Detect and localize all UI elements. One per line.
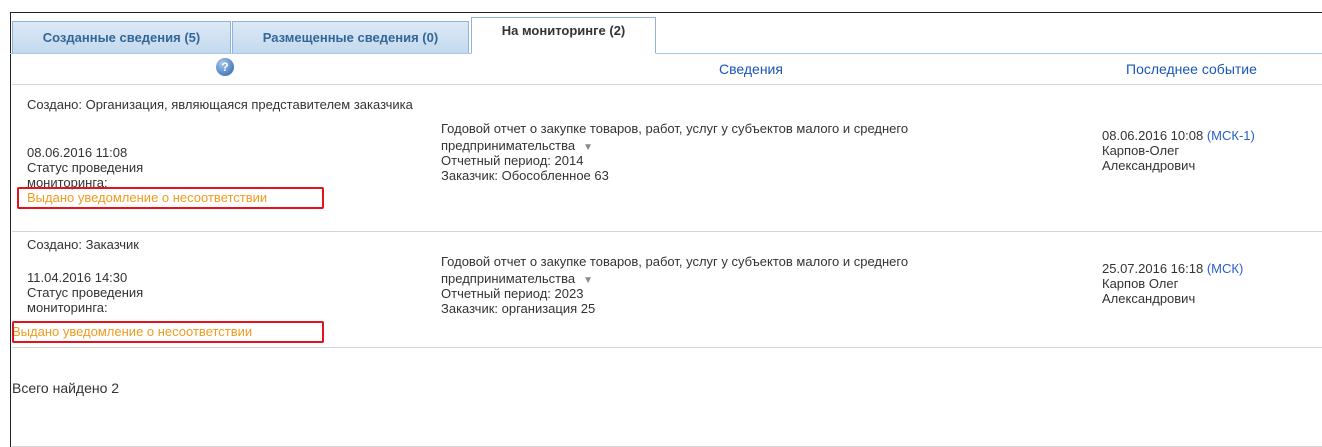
status-highlight-box [17,187,324,209]
total-count: Всего найдено 2 [12,380,120,396]
table-header: ? Сведения Последнее событие [12,55,1322,85]
document-title-cont: предпринимательства [441,271,576,286]
event-user-patronymic: Александрович [1102,291,1196,306]
document-title-cont: предпринимательства [441,138,576,153]
tab-monitoring[interactable]: На мониторинге (2) [471,17,656,54]
status-label: Статус проведения [27,160,144,175]
event-time: 08.06.2016 10:08 [1102,128,1204,143]
event-user: Карпов-Олег [1102,143,1180,158]
created-by: Создано: Организация, являющаяся предста… [27,97,413,112]
tab-created[interactable]: Созданные сведения (5) [12,21,231,53]
created-date: 11.04.2016 14:30 [27,270,128,285]
chevron-down-icon[interactable]: ▼ [583,142,593,153]
event-user-patronymic: Александрович [1102,158,1196,173]
document-title[interactable]: Годовой отчет о закупке товаров, работ, … [441,121,1061,136]
event-time-line: 25.07.2016 16:18 (МСК) [1102,261,1312,276]
tab-bar: Созданные сведения (5) Размещенные сведе… [10,14,1322,54]
results-footer: Всего найдено 2 [12,348,1322,447]
status-label: мониторинга: [27,300,108,315]
created-by: Создано: Заказчик [27,237,139,252]
document-title[interactable]: Годовой отчет о закупке товаров, работ, … [441,254,1061,269]
column-header-info[interactable]: Сведения [719,61,783,77]
event-time: 25.07.2016 16:18 [1102,261,1204,276]
help-icon[interactable]: ? [216,58,234,76]
reporting-period: Отчетный период: 2023 [441,286,584,301]
column-header-last-event[interactable]: Последнее событие [1126,61,1257,77]
event-time-line: 08.06.2016 10:08 (МСК-1) [1102,128,1312,143]
table-row[interactable]: Создано: Заказчик 11.04.2016 14:30 Стату… [12,232,1322,348]
table-row[interactable]: Создано: Организация, являющаяся предста… [12,86,1322,232]
tab-published[interactable]: Размещенные сведения (0) [232,21,469,53]
status-highlight-box [12,321,324,343]
event-user: Карпов Олег [1102,276,1179,291]
chevron-down-icon[interactable]: ▼ [583,275,593,286]
customer: Заказчик: организация 25 [441,301,596,316]
reporting-period: Отчетный период: 2014 [441,153,584,168]
created-date: 08.06.2016 11:08 [27,145,128,160]
status-label: Статус проведения [27,285,144,300]
event-timezone: (МСК) [1206,261,1244,276]
customer: Заказчик: Обособленное 63 [441,168,609,183]
event-timezone: (МСК-1) [1206,128,1255,143]
